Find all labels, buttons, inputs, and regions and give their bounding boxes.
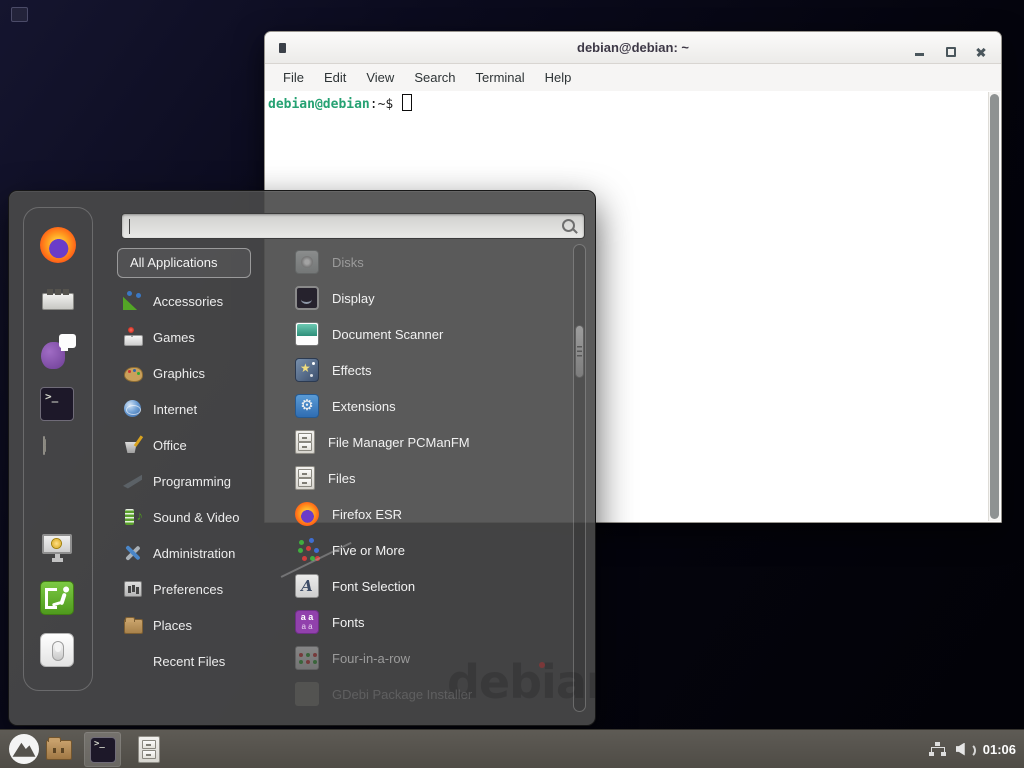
app-list-scrollbar[interactable]: [573, 244, 586, 712]
menu-search[interactable]: Search: [404, 66, 465, 89]
window-title: debian@debian: ~: [265, 32, 1001, 64]
category-administration[interactable]: Administration: [117, 535, 287, 571]
app-item-firefox-esr[interactable]: Firefox ESR: [287, 496, 575, 532]
category-internet[interactable]: Internet: [117, 391, 287, 427]
four-in-a-row-icon: [295, 646, 319, 670]
app-item-display[interactable]: Display: [287, 280, 575, 316]
category-places[interactable]: Places: [117, 607, 287, 643]
system-tray: 01:06: [929, 730, 1016, 768]
clock[interactable]: 01:06: [983, 742, 1016, 757]
volume-icon[interactable]: [956, 742, 973, 757]
app-item-font-selection[interactable]: Font Selection: [287, 568, 575, 604]
places-icon: [123, 615, 143, 635]
fonts-icon: [295, 610, 319, 634]
app-item-five-or-more[interactable]: Five or More: [287, 532, 575, 568]
menu-help[interactable]: Help: [535, 66, 582, 89]
file-manager-icon[interactable]: [138, 736, 160, 763]
preferences-icon: [123, 579, 143, 599]
close-button[interactable]: [975, 46, 987, 58]
display-icon: [295, 286, 319, 310]
pidgin-icon[interactable]: [40, 333, 76, 369]
category-preferences[interactable]: Preferences: [117, 571, 287, 607]
graphics-icon: [123, 363, 143, 383]
menu-view[interactable]: View: [356, 66, 404, 89]
category-sound-video[interactable]: Sound & Video: [117, 499, 287, 535]
window-menu-icon[interactable]: [279, 43, 286, 53]
file-cabinet-icon: [295, 430, 315, 454]
menu-button[interactable]: [9, 734, 39, 764]
minimize-button[interactable]: [915, 53, 924, 56]
taskbar: 01:06: [0, 729, 1024, 768]
administration-icon: [123, 543, 143, 563]
app-item-file-manager-pcmanfm[interactable]: File Manager PCManFM: [287, 424, 575, 460]
terminal-cursor: [402, 94, 412, 111]
app-list-scrollbar-thumb[interactable]: [575, 325, 584, 378]
app-item-document-scanner[interactable]: Document Scanner: [287, 316, 575, 352]
firefox-icon: [295, 502, 319, 526]
terminal-titlebar[interactable]: debian@debian: ~: [265, 32, 1001, 64]
prompt-tail: :~$: [370, 97, 393, 112]
lock-screen-icon[interactable]: [40, 529, 76, 565]
desktop: debian@debian: ~ File Edit View Search T…: [0, 0, 1024, 768]
app-item-files[interactable]: Files: [287, 460, 575, 496]
category-graphics[interactable]: Graphics: [117, 355, 287, 391]
terminal-icon: [90, 737, 116, 763]
terminal-scrollbar[interactable]: [988, 92, 1000, 521]
firefox-icon[interactable]: [40, 227, 76, 263]
effects-icon: [295, 358, 319, 382]
menu-terminal[interactable]: Terminal: [466, 66, 535, 89]
extensions-icon: [295, 394, 319, 418]
search-box[interactable]: [121, 213, 585, 239]
package-manager-icon[interactable]: [40, 280, 76, 316]
log-out-icon[interactable]: [40, 581, 74, 615]
maximize-button[interactable]: [946, 47, 956, 57]
internet-icon: [123, 399, 143, 419]
text-caret: [129, 219, 130, 234]
gdebi-icon: [295, 682, 319, 706]
shut-down-icon[interactable]: [40, 633, 74, 667]
document-scanner-icon: [295, 322, 319, 346]
category-games[interactable]: Games: [117, 319, 287, 355]
search-icon: [562, 219, 577, 234]
prompt-user-host: debian@debian: [268, 97, 370, 112]
application-list: Disks Display Document Scanner Effects E…: [287, 244, 575, 712]
games-icon: [123, 327, 143, 347]
app-item-fonts[interactable]: Fonts: [287, 604, 575, 640]
desktop-corner-icon: [11, 7, 28, 22]
accessories-icon: [123, 291, 143, 311]
menu-edit[interactable]: Edit: [314, 66, 356, 89]
app-item-disks[interactable]: Disks: [287, 244, 575, 280]
shell-prompt: debian@debian:~$: [268, 94, 412, 112]
sound-video-icon: [123, 507, 143, 527]
disks-icon: [295, 250, 319, 274]
terminal-icon[interactable]: [40, 387, 74, 421]
font-selection-icon: [295, 574, 319, 598]
application-menu: debian All Applications Accessories G: [8, 190, 596, 726]
file-cabinet-icon: [295, 466, 315, 490]
search-input[interactable]: [122, 214, 584, 238]
app-item-gdebi-package-installer[interactable]: GDebi Package Installer: [287, 676, 575, 712]
terminal-menubar: File Edit View Search Terminal Help: [265, 64, 1001, 91]
category-programming[interactable]: Programming: [117, 463, 287, 499]
category-list: Accessories Games Graphics Internet Offi…: [117, 283, 287, 679]
menu-file[interactable]: File: [273, 66, 314, 89]
office-icon: [123, 435, 143, 455]
category-all-applications[interactable]: All Applications: [117, 248, 251, 278]
category-accessories[interactable]: Accessories: [117, 283, 287, 319]
desktop-folder-icon[interactable]: [46, 740, 72, 760]
app-item-effects[interactable]: Effects: [287, 352, 575, 388]
app-item-four-in-a-row[interactable]: Four-in-a-row: [287, 640, 575, 676]
terminal-scrollbar-thumb[interactable]: [990, 94, 999, 519]
terminal-window-button[interactable]: [84, 732, 121, 767]
category-recent-files[interactable]: Recent Files: [117, 643, 287, 679]
programming-icon: [123, 471, 143, 491]
file-cabinet-icon[interactable]: [43, 436, 45, 455]
network-icon[interactable]: [929, 742, 946, 757]
category-office[interactable]: Office: [117, 427, 287, 463]
app-item-extensions[interactable]: Extensions: [287, 388, 575, 424]
